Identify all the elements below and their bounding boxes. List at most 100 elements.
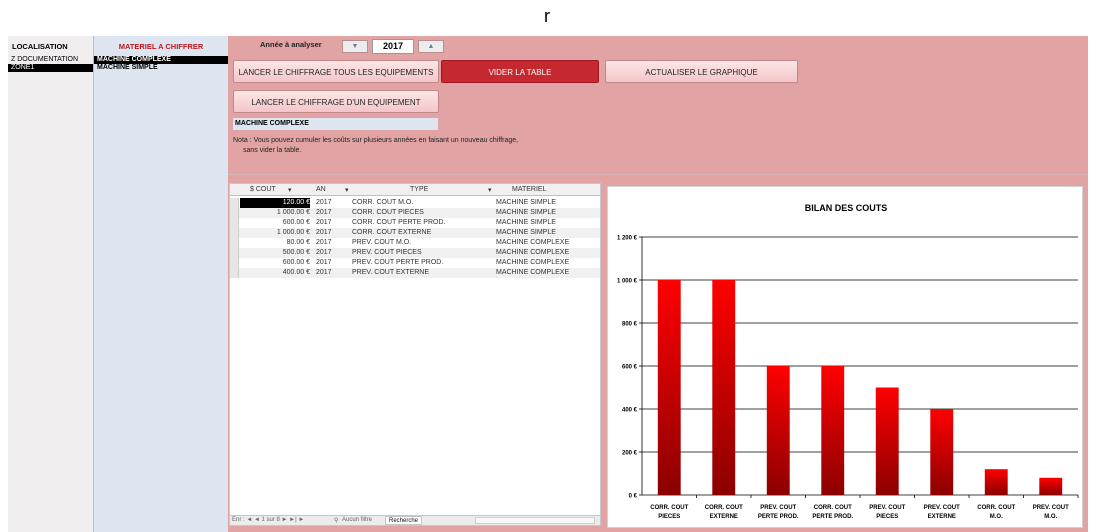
materiel-item-selected[interactable]: MACHINE COMPLEXE [94, 56, 228, 64]
row-selector[interactable] [230, 248, 239, 258]
cell-materiel[interactable]: MACHINE SIMPLE [496, 218, 556, 228]
column-an[interactable]: AN [316, 186, 326, 193]
x-tick-label: PREV. COUT [924, 505, 960, 511]
note-line-1: Nota : Vous pouvez cumuler les coûts sur… [233, 137, 519, 144]
chart-title: BILAN DES COUTS [805, 203, 888, 213]
cell-materiel[interactable]: MACHINE COMPLEXE [496, 258, 569, 268]
cell-cout[interactable]: 600.00 € [240, 218, 310, 228]
cell-an[interactable]: 2017 [316, 208, 332, 218]
cost-chart: BILAN DES COUTS 0 € 200 € 400 € 600 € 800 € 1 … [607, 186, 1083, 528]
column-type-dropdown-icon[interactable]: ▾ [488, 186, 492, 194]
y-tick-label: 1 200 € [617, 236, 638, 242]
x-tick-label: CORR. COUT [814, 505, 852, 511]
cell-materiel[interactable]: MACHINE SIMPLE [496, 198, 556, 208]
actualiser-graphique-button[interactable]: ACTUALISER LE GRAPHIQUE [605, 60, 798, 83]
localisation-item[interactable]: Z DOCUMENTATION [8, 56, 93, 64]
column-an-dropdown-icon[interactable]: ▾ [345, 186, 349, 194]
vider-table-button[interactable]: VIDER LA TABLE [441, 60, 599, 83]
row-selector[interactable] [230, 238, 239, 248]
table-row[interactable]: 80.00 € 2017 PREV. COUT M.O. MACHINE COMPLE… [230, 238, 600, 248]
table-row[interactable]: 500.00 € 2017 PREV. COUT PIECES MACHINE COM… [230, 248, 600, 258]
year-value-field[interactable]: 2017 [372, 39, 414, 54]
localisation-panel: LOCALISATION Z DOCUMENTATION ZONE1 [8, 36, 94, 532]
bar [766, 366, 790, 495]
cell-type[interactable]: CORR. COUT EXTERNE [352, 228, 431, 238]
materiel-header: MATERIEL A CHIFFRER [118, 42, 204, 51]
row-selector[interactable] [230, 198, 239, 208]
cell-an[interactable]: 2017 [316, 268, 332, 278]
bar [821, 366, 845, 495]
bar [1039, 477, 1063, 495]
cell-materiel[interactable]: MACHINE COMPLEXE [496, 238, 569, 248]
row-selector[interactable] [230, 218, 239, 228]
cell-materiel[interactable]: MACHINE SIMPLE [496, 208, 556, 218]
cell-type[interactable]: CORR. COUT PIECES [352, 208, 424, 218]
cell-an[interactable]: 2017 [316, 218, 332, 228]
bar [657, 280, 681, 495]
cost-table: $ COUT ▾ AN ▾ TYPE ▾ MATERIEL 120.00 € 20… [229, 183, 601, 526]
cell-an[interactable]: 2017 [316, 248, 332, 258]
search-field[interactable]: Recherche [385, 516, 423, 525]
x-tick-label: PREV. COUT [1033, 505, 1069, 511]
cell-cout[interactable]: 500.00 € [240, 248, 310, 258]
cell-materiel[interactable]: MACHINE COMPLEXE [496, 248, 569, 258]
cell-cout[interactable]: 400.00 € [240, 268, 310, 278]
x-tick-label: PREV. COUT [869, 505, 905, 511]
arrow-up-icon: ▲ [427, 43, 435, 50]
x-tick-label: CORR. COUT [705, 505, 743, 511]
note-line-2: sans vider la table. [243, 147, 302, 154]
row-selector[interactable] [230, 268, 239, 278]
cell-cout[interactable]: 120.00 € [240, 198, 310, 208]
x-tick-label: PERTE PROD. [812, 514, 853, 520]
cell-an[interactable]: 2017 [316, 258, 332, 268]
cell-type[interactable]: PREV. COUT EXTERNE [352, 268, 429, 278]
separator [228, 174, 1088, 175]
table-row[interactable]: 1 000.00 € 2017 CORR. COUT PIECES MACHINE S… [230, 208, 600, 218]
bar [712, 280, 736, 495]
year-increment-button[interactable]: ▲ [418, 40, 444, 53]
cell-an[interactable]: 2017 [316, 198, 332, 208]
table-row[interactable]: 600.00 € 2017 CORR. COUT PERTE PROD. MACHIN… [230, 218, 600, 228]
cell-type[interactable]: PREV. COUT M.O. [352, 238, 411, 248]
no-filter-label[interactable]: Aucun filtre [342, 517, 372, 523]
cell-type[interactable]: CORR. COUT PERTE PROD. [352, 218, 445, 228]
x-tick-label: EXTERNE [710, 514, 738, 520]
cell-materiel[interactable]: MACHINE SIMPLE [496, 228, 556, 238]
table-row[interactable]: 400.00 € 2017 PREV. COUT EXTERNE MACHINE CO… [230, 268, 600, 278]
row-selector[interactable] [230, 208, 239, 218]
cell-an[interactable]: 2017 [316, 238, 332, 248]
cell-type[interactable]: PREV. COUT PERTE PROD. [352, 258, 443, 268]
column-cout-dropdown-icon[interactable]: ▾ [288, 186, 292, 194]
year-decrement-button[interactable]: ▼ [342, 40, 368, 53]
table-row[interactable]: 1 000.00 € 2017 CORR. COUT EXTERNE MACHINE … [230, 228, 600, 238]
y-tick-label: 400 € [622, 408, 638, 414]
row-selector[interactable] [230, 228, 239, 238]
column-materiel[interactable]: MATERIEL [512, 186, 547, 193]
bar [875, 387, 899, 495]
cell-an[interactable]: 2017 [316, 228, 332, 238]
selected-materiel-field[interactable]: MACHINE COMPLEXE [233, 118, 438, 130]
cell-type[interactable]: PREV. COUT PIECES [352, 248, 422, 258]
chiffrage-all-button[interactable]: LANCER LE CHIFFRAGE TOUS LES EQUIPEMENTS [233, 60, 439, 83]
cell-materiel[interactable]: MACHINE COMPLEXE [496, 268, 569, 278]
materiel-item[interactable]: MACHINE SIMPLE [94, 64, 228, 72]
screen: r LOCALISATION Z DOCUMENTATION ZONE1 MAT… [0, 0, 1095, 532]
table-row[interactable]: 600.00 € 2017 PREV. COUT PERTE PROD. MACHIN… [230, 258, 600, 268]
cell-cout[interactable]: 1 000.00 € [240, 228, 310, 238]
record-navigator[interactable]: Enr : ◄ ◄ 1 sur 8 ► ►| ► [232, 517, 304, 523]
row-selector[interactable] [230, 258, 239, 268]
cell-cout[interactable]: 80.00 € [240, 238, 310, 248]
record-navigation-bar: Enr : ◄ ◄ 1 sur 8 ► ►| ► ⚲ Aucun filtre … [230, 515, 600, 525]
cell-cout[interactable]: 1 000.00 € [240, 208, 310, 218]
localisation-header: LOCALISATION [12, 42, 68, 51]
column-type[interactable]: TYPE [410, 186, 428, 193]
column-cout[interactable]: $ COUT [250, 186, 276, 193]
cell-cout[interactable]: 600.00 € [240, 258, 310, 268]
top-letter: r [544, 6, 550, 26]
chiffrage-one-button[interactable]: LANCER LE CHIFFRAGE D'UN EQUIPEMENT [233, 90, 439, 113]
bar [984, 469, 1008, 495]
horizontal-scrollbar[interactable] [475, 517, 595, 524]
table-row[interactable]: 120.00 € 2017 CORR. COUT M.O. MACHINE SIMPL… [230, 198, 600, 208]
cell-type[interactable]: CORR. COUT M.O. [352, 198, 413, 208]
localisation-item-selected[interactable]: ZONE1 [8, 64, 93, 72]
